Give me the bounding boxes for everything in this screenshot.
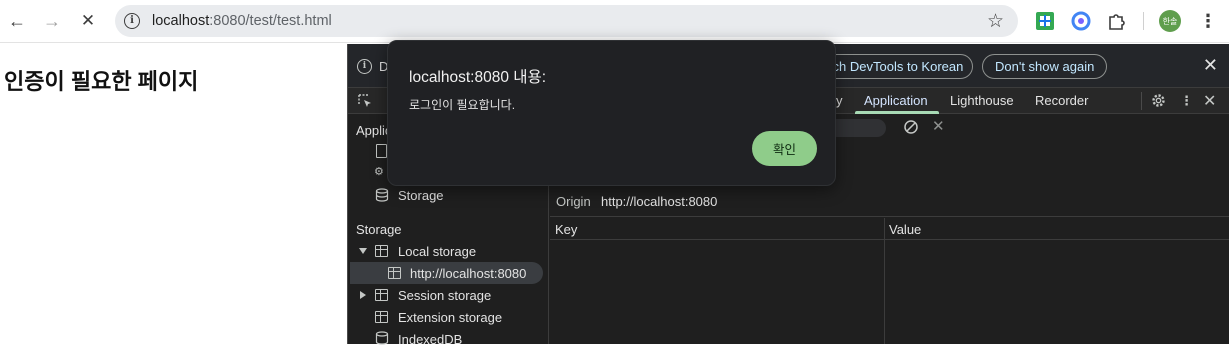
service-workers-gear-icon: ⚙ — [374, 166, 384, 178]
filter-input[interactable] — [828, 119, 886, 137]
column-key-header[interactable]: Key — [555, 222, 577, 237]
dont-show-again-button[interactable]: Don't show again — [982, 54, 1108, 79]
extensions-puzzle-icon[interactable] — [1106, 10, 1128, 32]
origin-row: Origin http://localhost:8080 — [550, 185, 1229, 217]
extension-plus-icon[interactable] — [1034, 10, 1056, 32]
expand-arrow-icon[interactable] — [359, 248, 367, 254]
storage-table-header: Key Value — [550, 218, 1229, 240]
back-icon[interactable]: ← — [3, 7, 31, 35]
url-host: localhost — [152, 13, 210, 29]
origin-label: Origin — [556, 194, 591, 209]
tab-application[interactable]: Application — [864, 93, 928, 108]
alert-title: localhost:8080 내용: — [409, 69, 547, 86]
banner-close-icon[interactable]: ✕ — [1203, 55, 1218, 76]
switch-language-label: Switch DevTools to Korean — [825, 59, 964, 74]
column-divider — [884, 218, 885, 344]
manifest-file-icon — [376, 144, 387, 158]
ok-button[interactable]: 확인 — [752, 131, 817, 166]
tab-memory[interactable]: y — [836, 93, 843, 108]
storage-database-icon — [375, 188, 389, 202]
origin-table-icon — [388, 267, 401, 279]
clear-all-icon[interactable] — [903, 119, 919, 135]
tab-divider — [1141, 92, 1142, 110]
forward-icon[interactable]: → — [38, 7, 66, 35]
session-storage-table-icon — [375, 289, 388, 301]
sidebar-item-indexeddb[interactable]: IndexedDB — [398, 332, 462, 347]
sidebar-item-local-origin[interactable]: http://localhost:8080 — [410, 266, 526, 281]
alert-message: 로그인이 필요합니다. — [409, 98, 516, 112]
storage-section-heading: Storage — [356, 222, 402, 237]
column-value-header[interactable]: Value — [889, 222, 921, 237]
devtools-close-icon[interactable]: ✕ — [1203, 91, 1216, 111]
browser-menu-icon[interactable]: ⋮ — [1199, 10, 1217, 32]
delete-selected-icon[interactable]: ✕ — [932, 117, 945, 135]
url-path: :8080/test/test.html — [209, 13, 332, 29]
devtools-menu-icon[interactable]: ⋮ — [1180, 93, 1193, 109]
inspect-element-icon[interactable] — [357, 93, 373, 109]
profile-avatar[interactable]: 한솔 — [1159, 10, 1181, 32]
collapse-arrow-icon[interactable] — [360, 291, 366, 299]
tab-lighthouse[interactable]: Lighthouse — [950, 93, 1014, 108]
extension-storage-table-icon — [375, 311, 388, 323]
active-tab-indicator — [855, 111, 939, 114]
browser-toolbar: ← → ✕ i localhost:8080/test/test.html ☆ … — [0, 0, 1229, 43]
origin-value: http://localhost:8080 — [601, 194, 718, 209]
toolbar-divider — [1143, 12, 1144, 30]
sidebar-item-extension-storage[interactable]: Extension storage — [398, 310, 502, 325]
sidebar-item-local-storage[interactable]: Local storage — [398, 244, 476, 259]
info-icon: i — [357, 59, 372, 74]
tab-recorder[interactable]: Recorder — [1035, 93, 1088, 108]
bookmark-star-icon[interactable]: ☆ — [987, 10, 1004, 33]
local-storage-table-icon — [375, 245, 388, 257]
page-title: 인증이 필요한 페이지 — [4, 69, 199, 94]
alert-dialog: localhost:8080 내용: 로그인이 필요합니다. 확인 — [387, 40, 836, 186]
sidebar-item-storage-overview[interactable]: Storage — [398, 188, 444, 203]
address-bar[interactable]: i localhost:8080/test/test.html ☆ — [115, 5, 1018, 37]
settings-gear-icon[interactable] — [1150, 92, 1167, 109]
extension-circle-icon[interactable] — [1070, 10, 1092, 32]
switch-language-button[interactable]: Switch DevTools to Korean — [824, 54, 973, 79]
site-info-icon[interactable]: i — [124, 13, 140, 29]
url-text: localhost:8080/test/test.html — [152, 13, 332, 29]
sidebar-item-session-storage[interactable]: Session storage — [398, 288, 491, 303]
indexeddb-database-icon — [375, 331, 389, 345]
stop-loading-icon[interactable]: ✕ — [74, 7, 102, 35]
